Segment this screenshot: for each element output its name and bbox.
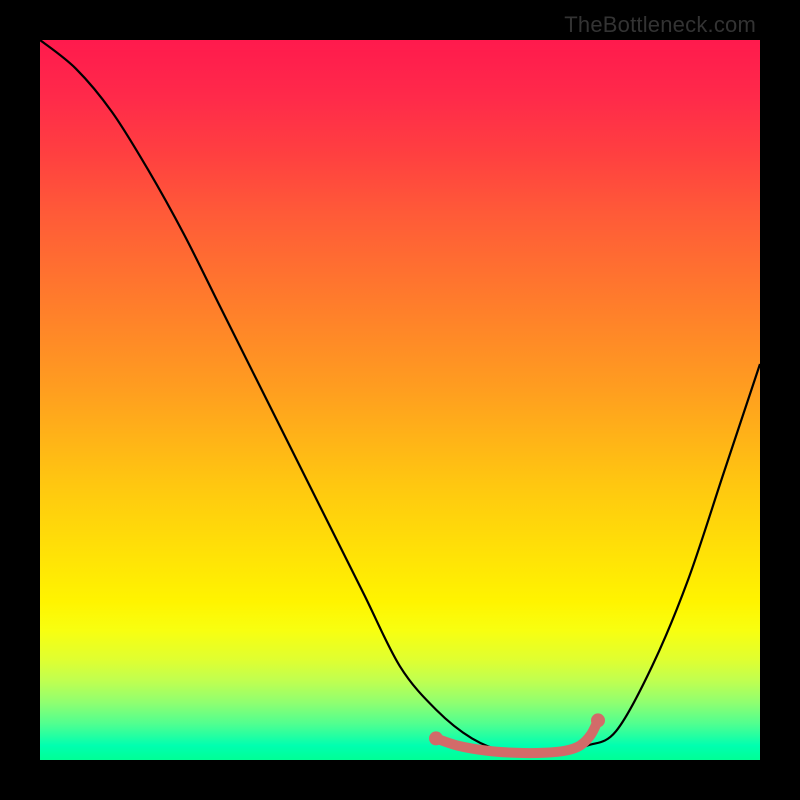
curve-layer — [40, 40, 760, 760]
watermark-label: TheBottleneck.com — [564, 12, 756, 38]
optimal-range — [436, 720, 598, 753]
chart-container: TheBottleneck.com — [0, 0, 800, 800]
bottleneck-curve — [40, 40, 760, 754]
optimal-end-dot — [591, 713, 605, 727]
optimal-start-dot — [429, 731, 443, 745]
plot-area — [40, 40, 760, 760]
